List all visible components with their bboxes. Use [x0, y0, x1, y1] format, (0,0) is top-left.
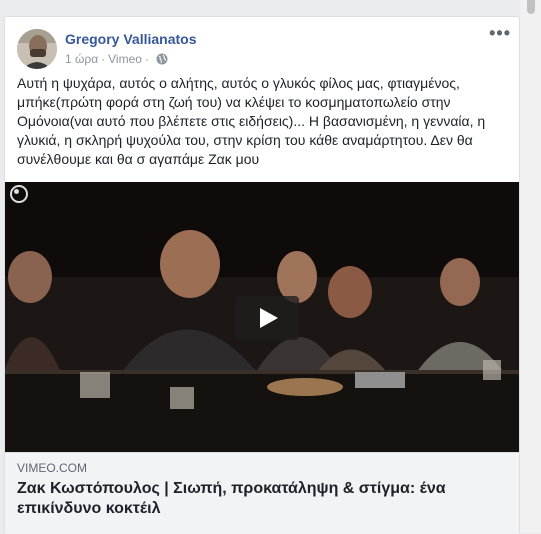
post-time[interactable]: 1 ώρα — [65, 52, 98, 66]
video-player[interactable] — [5, 182, 519, 452]
link-title[interactable]: Ζακ Κωστόπουλος | Σιωπή, προκατάληψη & σ… — [17, 479, 497, 519]
post-meta: 1 ώρα · Vimeo · — [65, 52, 168, 66]
link-preview[interactable]: VIMEO.COM Ζακ Κωστόπουλος | Σιωπή, προκα… — [5, 452, 519, 534]
scrollbar-thumb[interactable] — [527, 0, 535, 14]
meta-separator: · — [101, 52, 106, 66]
post-card: Gregory Vallianatos 1 ώρα · Vimeo · ••• … — [4, 16, 520, 534]
loading-icon — [10, 185, 28, 203]
globe-icon[interactable] — [156, 53, 168, 65]
post-source[interactable]: Vimeo — [108, 52, 142, 66]
link-domain: VIMEO.COM — [17, 461, 88, 475]
meta-separator: · — [144, 52, 149, 66]
scrollbar-track[interactable] — [520, 0, 541, 533]
more-options-icon[interactable]: ••• — [489, 24, 511, 42]
play-icon[interactable] — [235, 296, 299, 340]
author-avatar[interactable] — [17, 29, 57, 69]
post-body-text: Αυτή η ψυχάρα, αυτός ο αλήτης, αυτός ο γ… — [17, 75, 486, 167]
author-name[interactable]: Gregory Vallianatos — [65, 31, 197, 47]
